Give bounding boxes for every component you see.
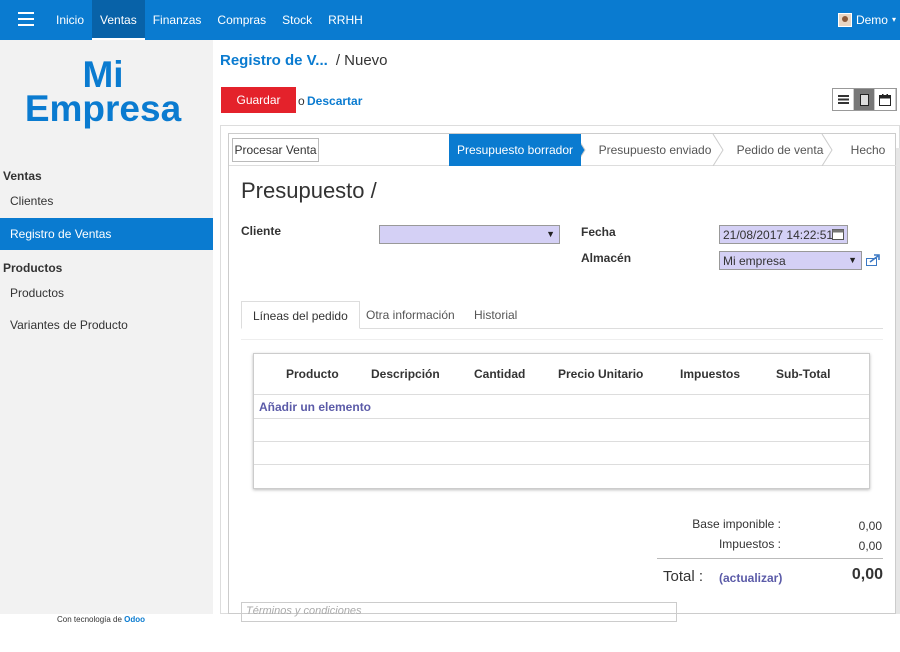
stage-pedido-venta[interactable]: Pedido de venta — [729, 134, 831, 166]
list-view-icon[interactable] — [833, 89, 854, 110]
table-header: Producto Descripción Cantidad Precio Uni… — [254, 354, 869, 395]
user-name: Demo — [855, 13, 888, 27]
nav-ventas[interactable]: Ventas — [92, 0, 145, 40]
sidebar-item-productos[interactable]: Productos — [0, 277, 213, 309]
impuestos-label: Impuestos : — [718, 537, 781, 551]
external-link-icon[interactable] — [866, 254, 880, 266]
powered-by: Con tecnología de Odoo — [57, 615, 145, 624]
save-button[interactable]: Guardar — [221, 87, 296, 113]
stage-presupuesto-borrador[interactable]: Presupuesto borrador — [449, 134, 581, 166]
nav-finanzas[interactable]: Finanzas — [145, 0, 210, 40]
tab-otra-informacion[interactable]: Otra información — [355, 301, 466, 329]
top-nav: Inicio Ventas Finanzas Compras Stock RRH… — [48, 0, 371, 40]
table-row — [254, 418, 869, 419]
totals-divider — [657, 558, 883, 559]
fecha-label: Fecha — [581, 225, 616, 239]
breadcrumb: Registro de V... / Nuevo — [220, 52, 388, 69]
nav-stock[interactable]: Stock — [274, 0, 320, 40]
impuestos-value: 0,00 — [858, 539, 882, 553]
sidebar: Mi Empresa Ventas Clientes Registro de V… — [0, 40, 213, 614]
fecha-value: 21/08/2017 14:22:51 — [723, 228, 834, 242]
nav-rrhh[interactable]: RRHH — [320, 0, 371, 40]
almacen-value: Mi empresa — [723, 254, 786, 268]
divider — [241, 339, 883, 340]
process-sale-button[interactable]: Procesar Venta — [232, 138, 319, 162]
tab-lineas-pedido[interactable]: Líneas del pedido — [241, 301, 360, 329]
base-imponible-label: Base imponible : — [692, 517, 781, 531]
logo-line1: Mi — [82, 54, 124, 95]
col-impuestos[interactable]: Impuestos — [680, 367, 740, 381]
sidebar-section-ventas: Ventas — [3, 169, 42, 183]
col-precio-unitario[interactable]: Precio Unitario — [558, 367, 643, 381]
col-subtotal[interactable]: Sub-Total — [776, 367, 830, 381]
terms-textarea[interactable]: Términos y condiciones — [241, 602, 677, 622]
breadcrumb-current: / Nuevo — [335, 52, 388, 69]
update-total-link[interactable]: (actualizar) — [719, 571, 782, 585]
cliente-label: Cliente — [241, 224, 282, 238]
sidebar-item-variantes[interactable]: Variantes de Producto — [0, 309, 213, 341]
nav-inicio[interactable]: Inicio — [48, 0, 92, 40]
form-sheet: Procesar Venta Presupuesto borrador Pres… — [228, 133, 897, 622]
form-tabs: Líneas del pedido Otra información Histo… — [241, 301, 883, 329]
form-view-icon[interactable] — [854, 89, 875, 110]
status-bar: Procesar Venta Presupuesto borrador Pres… — [229, 134, 897, 166]
or-text: o — [298, 94, 305, 108]
chevron-down-icon: ▾ — [891, 15, 896, 24]
nav-compras[interactable]: Compras — [209, 0, 274, 40]
total-value: 0,00 — [851, 566, 883, 583]
sidebar-item-registro-ventas[interactable]: Registro de Ventas — [0, 218, 213, 250]
sidebar-section-productos: Productos — [3, 261, 63, 275]
add-line-link[interactable]: Añadir un elemento — [259, 400, 371, 414]
company-logo: Mi Empresa — [0, 54, 206, 129]
almacen-select[interactable]: Mi empresa ▼ — [719, 251, 862, 270]
stage-presupuesto-enviado[interactable]: Presupuesto enviado — [591, 134, 719, 166]
almacen-label: Almacén — [581, 251, 632, 265]
col-descripcion[interactable]: Descripción — [371, 367, 440, 381]
user-menu[interactable]: Demo ▾ — [837, 0, 900, 40]
order-lines-table: Producto Descripción Cantidad Precio Uni… — [253, 353, 870, 489]
dropdown-caret-icon: ▼ — [546, 229, 555, 239]
col-cantidad[interactable]: Cantidad — [474, 367, 525, 381]
discard-button[interactable]: Descartar — [307, 94, 362, 108]
table-row — [254, 441, 869, 442]
calendar-icon[interactable] — [832, 229, 844, 240]
fecha-input[interactable]: 21/08/2017 14:22:51 — [719, 225, 848, 244]
odoo-link[interactable]: Odoo — [124, 615, 145, 624]
logo-line2: Empresa — [24, 88, 182, 129]
top-navbar: Inicio Ventas Finanzas Compras Stock RRH… — [0, 0, 900, 40]
form-title: Presupuesto / — [241, 178, 377, 203]
dropdown-caret-icon: ▼ — [848, 255, 857, 265]
view-switcher — [832, 88, 897, 111]
scrollbar[interactable] — [896, 148, 900, 614]
hamburger-icon[interactable] — [18, 12, 34, 26]
table-row — [254, 464, 869, 465]
stage-hecho[interactable]: Hecho — [841, 134, 895, 166]
base-imponible-value: 0,00 — [858, 519, 882, 533]
powered-by-text: Con tecnología de — [57, 615, 122, 624]
cliente-select[interactable]: ▼ — [379, 225, 560, 244]
avatar — [837, 13, 852, 27]
total-label: Total : — [663, 568, 704, 585]
tab-historial[interactable]: Historial — [463, 301, 528, 329]
sidebar-item-clientes[interactable]: Clientes — [0, 185, 213, 217]
breadcrumb-parent[interactable]: Registro de V... — [220, 52, 328, 69]
calendar-view-icon[interactable] — [875, 89, 896, 110]
col-producto[interactable]: Producto — [286, 367, 339, 381]
